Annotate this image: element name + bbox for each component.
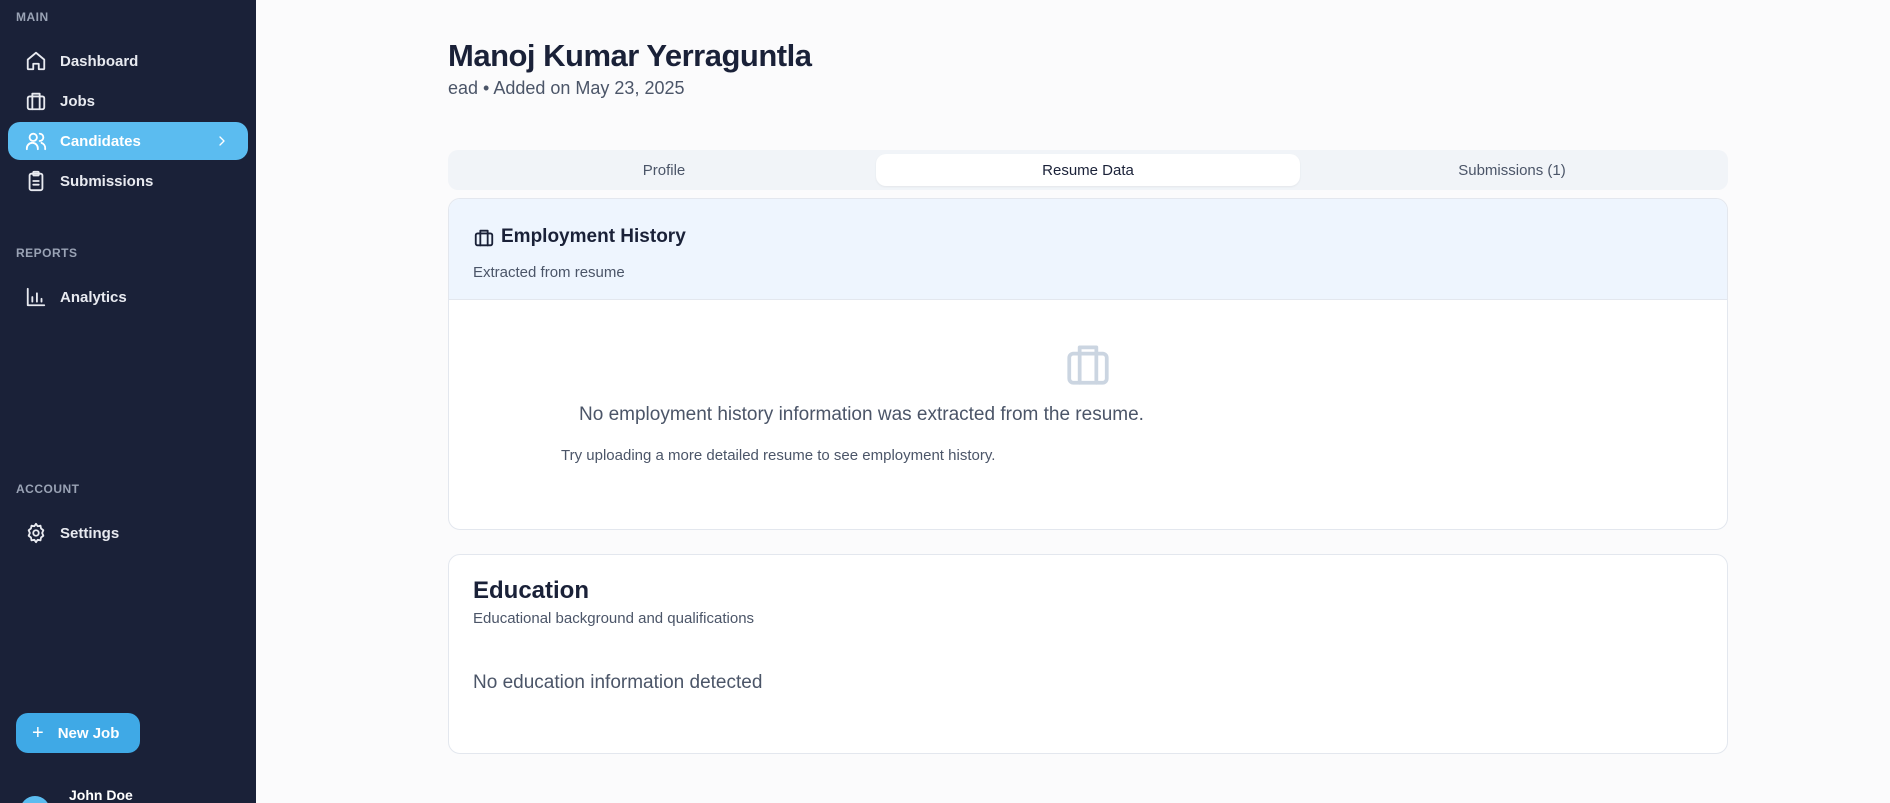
sidebar-item-label: Settings — [60, 524, 120, 542]
plus-icon: + — [32, 722, 44, 744]
bar-chart-icon — [24, 285, 48, 309]
tab-submissions[interactable]: Submissions (1) — [1300, 154, 1724, 186]
avatar[interactable] — [20, 796, 50, 803]
new-job-button[interactable]: + New Job — [16, 713, 140, 753]
tab-profile[interactable]: Profile — [452, 154, 876, 186]
education-subtitle: Educational background and qualification… — [473, 610, 755, 627]
employment-history-header: Employment History Extracted from resume — [449, 199, 1727, 300]
page-title: Manoj Kumar Yerraguntla — [448, 38, 812, 73]
employment-empty-hint: Try uploading a more detailed resume to … — [561, 447, 996, 464]
new-job-label: New Job — [57, 724, 120, 742]
sidebar-item-submissions[interactable]: Submissions — [8, 162, 248, 200]
gear-icon — [24, 521, 48, 545]
users-icon — [24, 129, 48, 153]
section-label-main: MAIN — [16, 10, 49, 24]
sidebar-item-candidates[interactable]: Candidates — [8, 122, 248, 160]
home-icon — [24, 49, 48, 73]
section-label-account: ACCOUNT — [16, 482, 80, 496]
employment-history-subtitle: Extracted from resume — [473, 264, 625, 281]
section-label-reports: REPORTS — [16, 246, 78, 260]
sidebar: MAIN Dashboard Jobs Candidates Submissio… — [0, 0, 256, 803]
user-name: John Doe — [69, 787, 133, 803]
employment-history-card: Employment History Extracted from resume… — [448, 198, 1728, 530]
sidebar-item-dashboard[interactable]: Dashboard — [8, 42, 248, 80]
clipboard-icon — [24, 169, 48, 193]
sidebar-item-label: Submissions — [60, 172, 154, 190]
sidebar-item-label: Jobs — [60, 92, 96, 110]
briefcase-icon — [24, 89, 48, 113]
education-card: Education Educational background and qua… — [448, 554, 1728, 754]
page-subtitle: ead • Added on May 23, 2025 — [448, 78, 685, 98]
tab-bar: Profile Resume Data Submissions (1) — [448, 150, 1728, 190]
tab-resume-data[interactable]: Resume Data — [876, 154, 1300, 186]
briefcase-icon — [1063, 339, 1113, 389]
education-title: Education — [473, 577, 590, 604]
sidebar-item-jobs[interactable]: Jobs — [8, 82, 248, 120]
employment-empty-message: No employment history information was ex… — [579, 404, 1144, 425]
chevron-right-icon — [214, 133, 230, 149]
sidebar-item-analytics[interactable]: Analytics — [8, 278, 248, 316]
sidebar-item-label: Candidates — [60, 132, 141, 150]
briefcase-icon — [473, 227, 495, 249]
sidebar-item-settings[interactable]: Settings — [8, 514, 248, 552]
employment-history-title: Employment History — [501, 226, 686, 247]
sidebar-item-label: Analytics — [60, 288, 127, 306]
education-empty-message: No education information detected — [473, 672, 763, 693]
sidebar-item-label: Dashboard — [60, 52, 139, 70]
